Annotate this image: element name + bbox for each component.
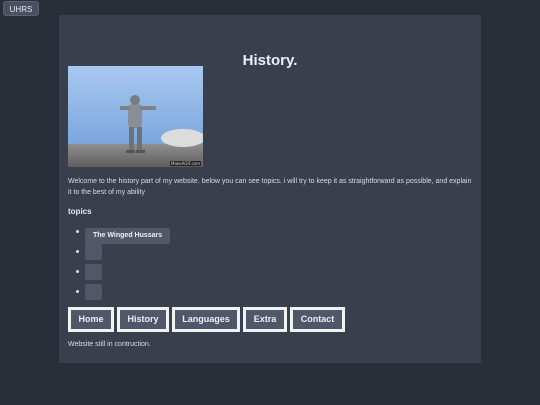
intro-text: Welcome to the history part of my websit… bbox=[68, 178, 472, 196]
nav-languages-button[interactable]: Languages bbox=[172, 307, 240, 332]
nav-history-button[interactable]: History bbox=[117, 307, 169, 332]
knight-animation-image: MakeAGIF.com bbox=[68, 66, 203, 167]
list-item: The Winged Hussars bbox=[68, 224, 171, 244]
topic-button-empty[interactable] bbox=[85, 264, 102, 280]
list-item bbox=[68, 264, 170, 280]
image-watermark: MakeAGIF.com bbox=[170, 161, 201, 166]
nav-home-button[interactable]: Home bbox=[68, 307, 114, 332]
main-panel: History. MakeAGIF.com Welcome to the his… bbox=[59, 15, 481, 363]
construction-note: Website still in contruction. bbox=[68, 341, 151, 348]
uhrs-button[interactable]: UHRS bbox=[3, 1, 39, 16]
list-item bbox=[68, 284, 170, 300]
nav-bar: Home History Languages Extra Contact bbox=[68, 307, 345, 332]
topic-button-empty[interactable] bbox=[85, 284, 102, 300]
topics-list: The Winged Hussars bbox=[68, 224, 171, 304]
nav-contact-button[interactable]: Contact bbox=[290, 307, 345, 332]
topic-button-empty[interactable] bbox=[85, 244, 102, 260]
nav-extra-button[interactable]: Extra bbox=[243, 307, 287, 332]
knight-figure bbox=[120, 95, 203, 153]
topic-button-winged-hussars[interactable]: The Winged Hussars bbox=[85, 228, 171, 244]
list-item bbox=[68, 244, 170, 260]
topics-heading: topics bbox=[68, 207, 92, 216]
